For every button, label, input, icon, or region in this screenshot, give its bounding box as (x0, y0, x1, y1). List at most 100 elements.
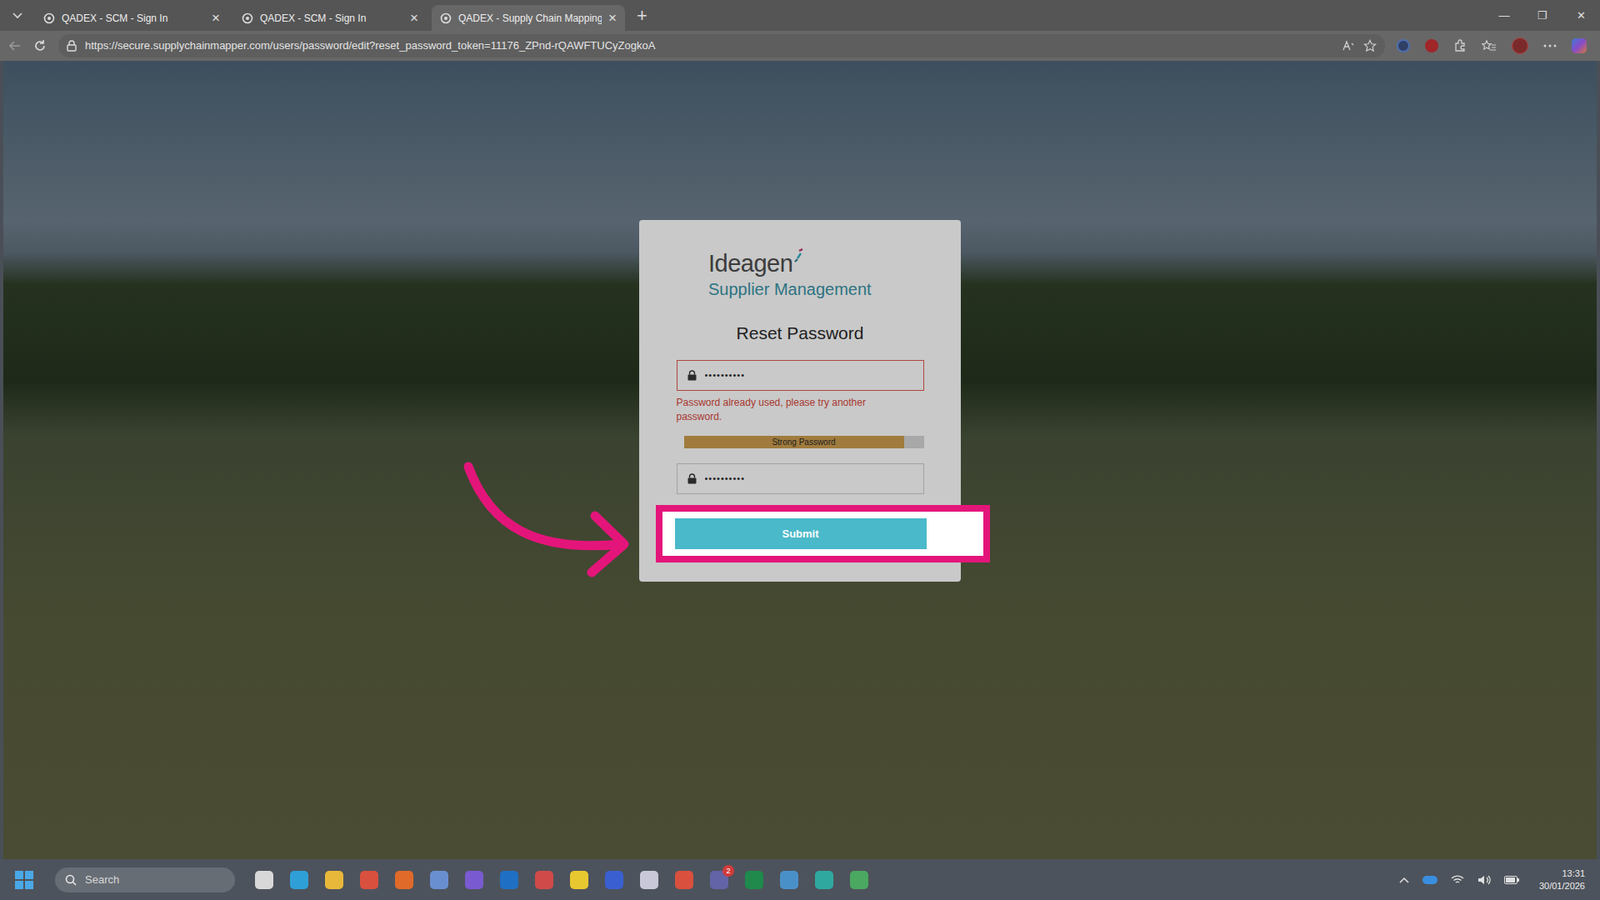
app-tile (465, 870, 484, 890)
profile-avatar-icon[interactable] (1511, 37, 1529, 55)
password-input[interactable] (705, 368, 914, 383)
app-tile (325, 870, 344, 890)
password-field[interactable] (676, 360, 925, 391)
confirm-password-field[interactable] (676, 463, 925, 495)
edge-dev-icon[interactable] (815, 870, 834, 890)
chrome-profile-icon[interactable] (675, 870, 694, 890)
volume-icon[interactable] (1477, 874, 1491, 886)
refresh-icon[interactable] (33, 39, 47, 53)
browser-tab[interactable]: QADEX - SCM - Sign In × (233, 5, 427, 31)
m365-icon[interactable] (465, 870, 484, 890)
password-error: Password already used, please try anothe… (676, 395, 925, 425)
annotation-arrow-icon (3, 60, 1597, 858)
minimize-button[interactable]: — (1485, 7, 1524, 25)
tab-close-button[interactable]: × (410, 10, 419, 25)
app-tile (255, 870, 274, 890)
show-hidden-icons-icon[interactable] (1399, 876, 1410, 884)
new-tab-button[interactable]: + (630, 6, 655, 25)
app-tile (500, 870, 519, 890)
file-explorer-icon[interactable] (325, 870, 344, 890)
lock-icon (687, 370, 697, 381)
app-tile (570, 870, 589, 890)
strength-track: Strong Password (684, 435, 925, 449)
app-tile (640, 870, 659, 890)
tab-label: QADEX - Supply Chain Mapping (458, 10, 602, 26)
app-tile (605, 870, 624, 890)
battery-icon[interactable] (1504, 875, 1520, 885)
password-manager-icon[interactable] (1396, 39, 1410, 53)
favorite-star-icon[interactable] (1363, 39, 1377, 53)
back-icon[interactable] (8, 39, 22, 53)
wifi-icon[interactable] (1450, 875, 1465, 885)
app-tile (535, 870, 554, 890)
tab-close-button[interactable]: × (608, 10, 617, 25)
taskbar-search[interactable]: Search (55, 867, 235, 893)
app-red-icon[interactable] (535, 870, 554, 890)
app-blue-icon[interactable] (605, 870, 624, 890)
lock-icon (687, 473, 697, 485)
site-favicon-icon (440, 12, 452, 25)
page-title: Reset Password (736, 324, 865, 342)
chrome-beta-icon[interactable] (850, 870, 869, 890)
onedrive-icon[interactable] (1422, 875, 1438, 885)
chevron-down-icon (12, 12, 23, 20)
app-tile (395, 870, 414, 890)
tab-label: QADEX - SCM - Sign In (260, 10, 404, 26)
clock-time: 13:31 (1561, 867, 1585, 880)
ideagen-logo: Ideagen Supplier Management (708, 251, 884, 298)
tab-list-button[interactable] (5, 3, 30, 29)
lock-icon (66, 40, 77, 52)
task-view-icon[interactable] (255, 870, 274, 890)
clock-date: 30/01/2026 (1539, 880, 1585, 893)
read-aloud-icon[interactable] (1341, 40, 1355, 52)
password-icon[interactable] (640, 870, 659, 890)
app-tile (675, 870, 694, 890)
outlook-icon[interactable] (500, 870, 519, 890)
page-viewport: Ideagen Supplier Management Reset Passwo… (3, 60, 1597, 860)
extensions-puzzle-icon[interactable] (1453, 39, 1467, 53)
app-tile (850, 870, 869, 890)
site-favicon-icon (241, 12, 254, 25)
copilot-icon[interactable] (1571, 38, 1587, 54)
sticky-notes-icon[interactable] (570, 870, 589, 890)
app-chart-icon[interactable] (780, 870, 799, 890)
windows-start-icon[interactable] (15, 870, 34, 890)
tab-close-button[interactable]: × (211, 10, 220, 25)
chrome-icon[interactable] (360, 870, 379, 890)
edge-icon[interactable] (290, 870, 309, 890)
favorites-icon[interactable] (1481, 39, 1497, 53)
taskbar: Search 2 13:31 30/01/2026 (0, 859, 1600, 900)
confirm-password-input[interactable] (705, 471, 914, 486)
app-tile (815, 870, 834, 890)
url-text: https://secure.supplychainmapper.com/use… (85, 37, 1334, 55)
search-placeholder: Search (85, 871, 120, 889)
store-icon[interactable] (430, 870, 449, 890)
close-window-button[interactable]: ✕ (1561, 7, 1600, 25)
app-tile (745, 870, 764, 890)
logo-mark-icon (792, 248, 805, 264)
toolbar: https://secure.supplychainmapper.com/use… (0, 30, 1600, 61)
teams-icon[interactable]: 2 (710, 870, 729, 890)
app-tile (430, 870, 449, 890)
clock[interactable]: 13:31 30/01/2026 (1539, 867, 1585, 893)
more-options-icon[interactable] (1543, 44, 1557, 48)
restore-button[interactable]: ❐ (1523, 7, 1562, 25)
app-tile (290, 870, 309, 890)
extension-red-icon[interactable] (1425, 39, 1439, 53)
app-orange-icon[interactable] (395, 870, 414, 890)
app-tile (360, 870, 379, 890)
strength-label: Strong Password (684, 435, 925, 449)
submit-button[interactable]: Submit (675, 518, 927, 550)
address-bar[interactable]: https://secure.supplychainmapper.com/use… (58, 34, 1385, 58)
browser-tab[interactable]: QADEX - Supply Chain Mapping × (431, 5, 625, 31)
notification-badge: 2 (722, 865, 735, 877)
excel-icon[interactable] (745, 870, 764, 890)
reset-password-card: Ideagen Supplier Management Reset Passwo… (639, 220, 961, 582)
site-favicon-icon (43, 12, 55, 25)
tab-label: QADEX - SCM - Sign In (61, 10, 205, 26)
search-icon (65, 874, 77, 886)
logo-name: Ideagen (708, 251, 793, 276)
logo-product: Supplier Management (708, 280, 872, 298)
tab-strip: QADEX - SCM - Sign In×QADEX - SCM - Sign… (0, 0, 1600, 31)
browser-tab[interactable]: QADEX - SCM - Sign In × (35, 5, 229, 31)
